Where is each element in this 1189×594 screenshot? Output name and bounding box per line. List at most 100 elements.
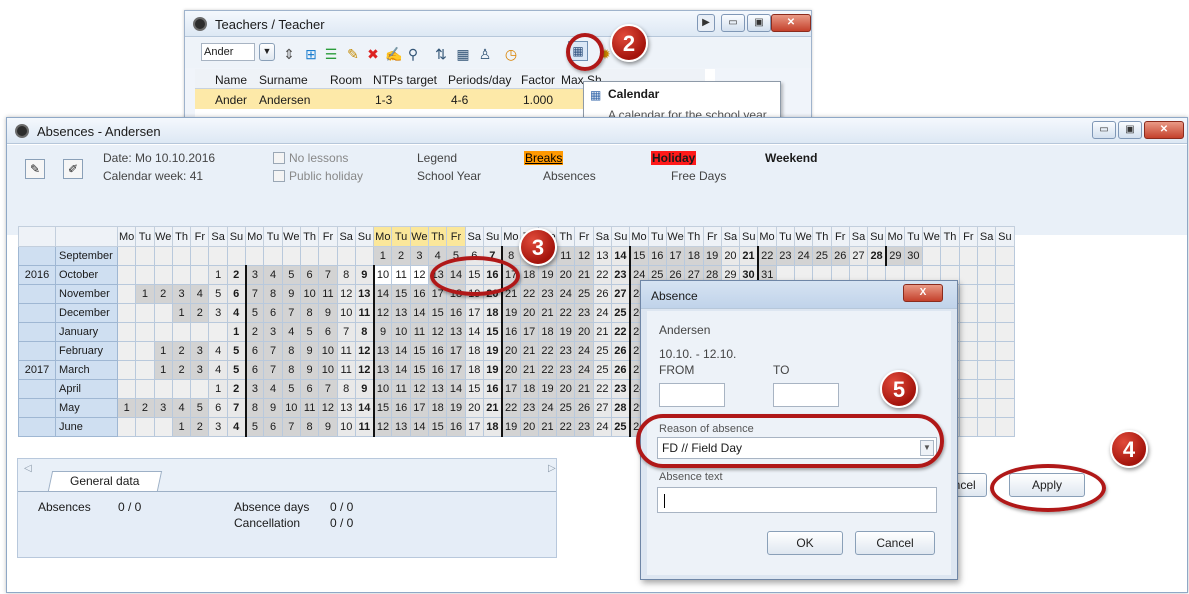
new-icon[interactable]: ✎ (345, 46, 361, 62)
day-cell[interactable]: 27 (848, 246, 869, 266)
day-cell[interactable]: 12 (409, 379, 430, 399)
day-cell[interactable]: 23 (556, 341, 576, 361)
day-cell[interactable]: 26 (611, 341, 631, 361)
day-cell[interactable]: 13 (391, 417, 411, 437)
day-cell[interactable]: 9 (354, 379, 375, 399)
day-cell[interactable]: 19 (501, 417, 521, 437)
day-cell[interactable]: 20 (556, 265, 576, 285)
day-cell[interactable]: 2 (190, 417, 210, 437)
day-cell[interactable]: 14 (409, 303, 430, 323)
day-cell[interactable]: 8 (245, 398, 265, 418)
day-cell[interactable]: 1 (208, 265, 228, 285)
tab-scroll-left-icon[interactable]: ◁ (24, 463, 32, 474)
day-cell[interactable]: 17 (446, 360, 466, 380)
day-cell[interactable]: 15 (409, 360, 430, 380)
day-cell[interactable]: 26 (592, 284, 613, 304)
table-icon[interactable]: ▦ (455, 46, 471, 62)
day-cell[interactable]: 25 (592, 360, 613, 380)
day-cell[interactable]: 12 (373, 417, 393, 437)
day-cell[interactable]: 14 (391, 360, 411, 380)
day-cell[interactable]: 5 (226, 341, 247, 361)
day-cell[interactable]: 27 (592, 398, 613, 418)
day-cell[interactable]: 9 (299, 341, 320, 361)
day-cell[interactable]: 18 (482, 417, 503, 437)
day-cell[interactable]: 20 (519, 417, 539, 437)
day-cell[interactable]: 8 (299, 303, 320, 323)
day-cell[interactable]: 24 (537, 398, 558, 418)
day-cell[interactable]: 7 (281, 417, 301, 437)
clock-icon[interactable]: ◷ (503, 46, 519, 62)
day-cell[interactable]: 12 (409, 265, 430, 285)
day-cell[interactable]: 7 (281, 303, 301, 323)
day-cell[interactable]: 22 (556, 303, 576, 323)
day-cell[interactable]: 21 (519, 341, 539, 361)
day-cell[interactable]: 24 (574, 360, 594, 380)
day-cell[interactable]: 23 (775, 246, 795, 266)
day-cell[interactable]: 4 (263, 379, 283, 399)
day-cell[interactable]: 1 (153, 360, 173, 380)
day-cell[interactable]: 11 (299, 398, 320, 418)
sort-icon[interactable]: ⇅ (433, 46, 449, 62)
day-cell[interactable]: 11 (318, 284, 338, 304)
day-cell[interactable]: 4 (190, 284, 210, 304)
day-cell[interactable]: 3 (263, 322, 283, 342)
day-cell[interactable]: 13 (354, 284, 375, 304)
day-cell[interactable]: 8 (336, 265, 356, 285)
day-cell[interactable]: 1 (226, 322, 247, 342)
day-cell[interactable]: 9 (299, 360, 320, 380)
day-cell[interactable]: 14 (391, 341, 411, 361)
day-cell[interactable]: 4 (263, 265, 283, 285)
day-cell[interactable]: 20 (464, 398, 484, 418)
day-cell[interactable]: 17 (446, 341, 466, 361)
day-cell[interactable]: 5 (208, 284, 228, 304)
day-cell[interactable]: 15 (482, 322, 503, 342)
day-cell[interactable]: 5 (245, 417, 265, 437)
day-cell[interactable]: 12 (574, 246, 594, 266)
day-cell[interactable]: 9 (281, 284, 301, 304)
col-factor[interactable]: Factor (521, 73, 555, 87)
day-cell[interactable]: 10 (299, 284, 320, 304)
day-cell[interactable]: 14 (446, 379, 466, 399)
day-cell[interactable]: 7 (336, 322, 356, 342)
day-cell[interactable]: 6 (208, 398, 228, 418)
day-cell[interactable]: 17 (464, 303, 484, 323)
day-cell[interactable]: 22 (757, 246, 777, 266)
tab-scroll-right-icon[interactable]: ▷ (548, 463, 556, 474)
day-cell[interactable]: 23 (519, 398, 539, 418)
day-cell[interactable]: 10 (373, 265, 393, 285)
day-cell[interactable]: 3 (245, 379, 265, 399)
day-cell[interactable]: 17 (464, 417, 484, 437)
day-cell[interactable]: 25 (611, 303, 631, 323)
day-cell[interactable]: 28 (611, 398, 631, 418)
maximize-button[interactable]: ▣ (1118, 121, 1142, 139)
day-cell[interactable]: 21 (574, 379, 594, 399)
col-name[interactable]: Name (215, 73, 247, 87)
day-cell[interactable]: 23 (574, 417, 594, 437)
day-cell[interactable]: 8 (336, 379, 356, 399)
day-cell[interactable]: 9 (318, 417, 338, 437)
day-cell[interactable]: 14 (409, 417, 430, 437)
day-cell[interactable]: 19 (482, 341, 503, 361)
day-cell[interactable]: 15 (409, 341, 430, 361)
day-cell[interactable]: 19 (446, 398, 466, 418)
day-cell[interactable]: 3 (208, 417, 228, 437)
spin-icon[interactable]: ⇕ (281, 46, 297, 62)
day-cell[interactable]: 12 (354, 341, 375, 361)
day-cell[interactable]: 22 (592, 265, 613, 285)
day-cell[interactable]: 4 (226, 417, 247, 437)
day-cell[interactable]: 18 (482, 303, 503, 323)
notes-icon[interactable]: ✎ (25, 159, 45, 179)
day-cell[interactable]: 13 (446, 322, 466, 342)
day-cell[interactable]: 8 (263, 284, 283, 304)
day-cell[interactable]: 20 (501, 360, 521, 380)
day-cell[interactable]: 16 (391, 398, 411, 418)
day-cell[interactable]: 7 (263, 341, 283, 361)
day-cell[interactable]: 19 (702, 246, 722, 266)
day-cell[interactable]: 13 (373, 360, 393, 380)
day-cell[interactable]: 21 (537, 303, 558, 323)
day-cell[interactable]: 3 (190, 341, 210, 361)
day-cell[interactable]: 3 (171, 284, 192, 304)
day-cell[interactable]: 12 (354, 360, 375, 380)
day-cell[interactable]: 23 (574, 303, 594, 323)
day-cell[interactable]: 23 (611, 265, 631, 285)
